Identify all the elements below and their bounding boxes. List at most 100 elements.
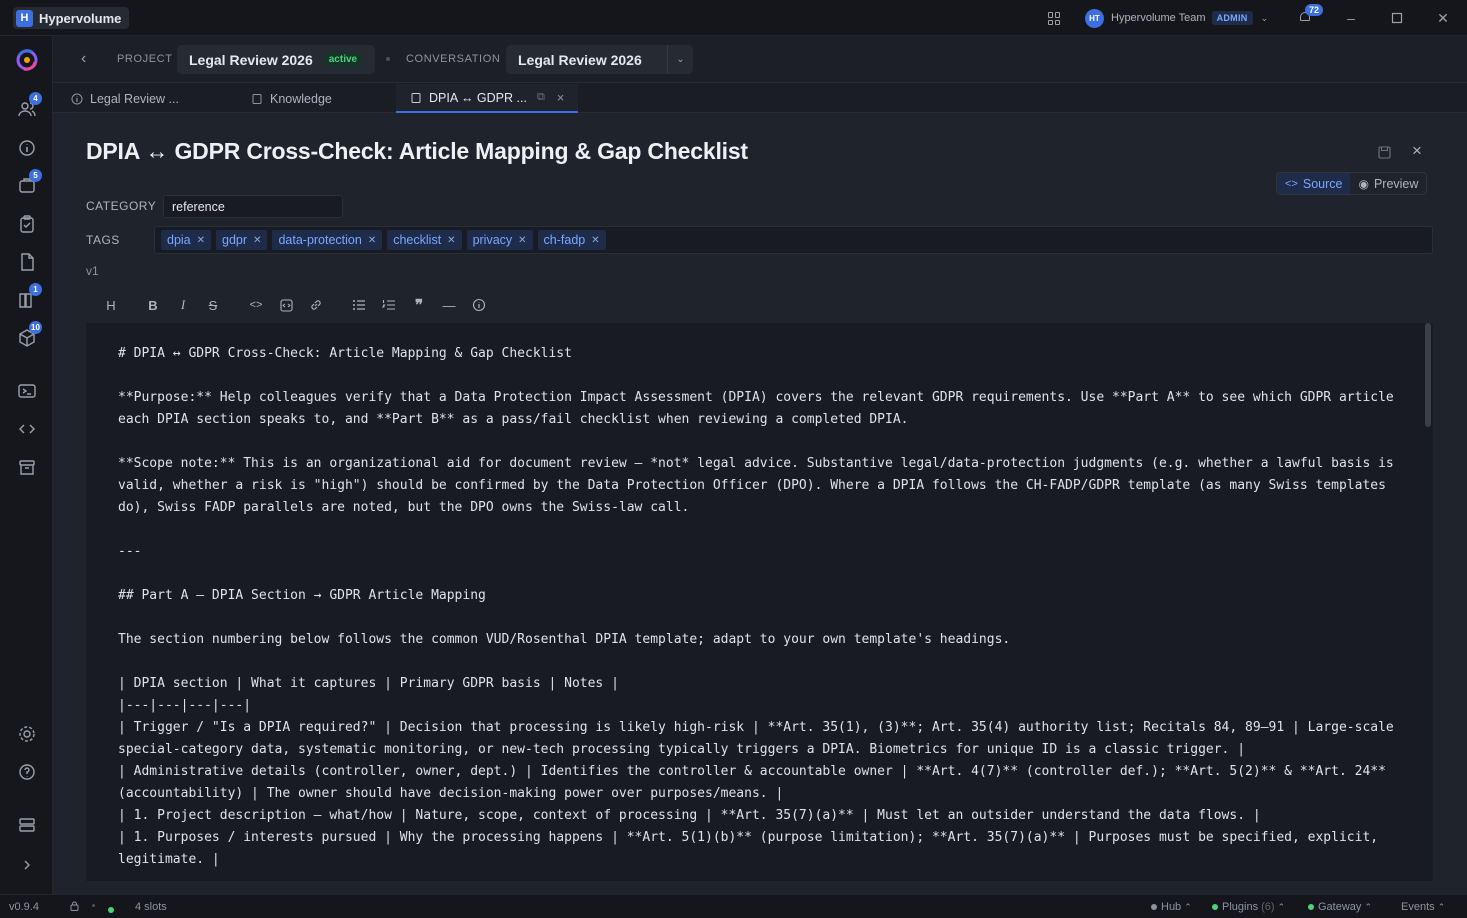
editor-line[interactable]	[118, 519, 1408, 541]
tab-legal-review[interactable]: Legal Review ...	[71, 84, 179, 113]
bold-icon[interactable]: B	[142, 293, 164, 317]
project-name: Legal Review 2026	[189, 51, 313, 68]
terminal-icon[interactable]	[17, 381, 37, 401]
preview-view-button[interactable]: ◉ Preview	[1350, 173, 1426, 194]
link-icon[interactable]	[305, 293, 327, 317]
category-label: CATEGORY	[86, 199, 157, 213]
gateway-menu[interactable]: Gateway ⌃	[1308, 901, 1372, 913]
chevron-down-icon: ⌄	[1260, 12, 1269, 23]
editor-line[interactable]: | 1. Purposes / interests pursued | Why …	[118, 827, 1408, 871]
notifications-bell-icon[interactable]: 72	[1298, 4, 1324, 24]
tab-dpia-gdpr[interactable]: DPIA ↔ GDPR ... ⧉ ×	[396, 84, 579, 113]
remove-tag-icon[interactable]: ✕	[253, 235, 261, 246]
tab-knowledge[interactable]: Knowledge	[251, 84, 332, 113]
remove-tag-icon[interactable]: ✕	[518, 235, 526, 246]
servers-icon[interactable]	[17, 815, 37, 835]
editor-line[interactable]	[118, 431, 1408, 453]
remove-tag-icon[interactable]: ✕	[591, 235, 599, 246]
minimize-button[interactable]: –	[1342, 9, 1360, 27]
maximize-button[interactable]	[1388, 9, 1406, 27]
editor-line[interactable]: | 1. Project description — what/how | Na…	[118, 805, 1408, 827]
popout-icon[interactable]: ⧉	[537, 91, 545, 104]
conversation-label: CONVERSATION	[406, 53, 501, 65]
editor-line[interactable]: ---	[118, 541, 1408, 563]
team-avatar: HT	[1085, 8, 1104, 28]
category-field[interactable]: reference	[163, 195, 343, 218]
tab-label: Knowledge	[270, 91, 332, 106]
editor-line[interactable]	[118, 607, 1408, 629]
lock-icon[interactable]	[70, 901, 79, 914]
editor-line[interactable]: | Trigger / "Is a DPIA required?" | Deci…	[118, 717, 1408, 761]
help-icon[interactable]	[468, 293, 490, 317]
quote-icon[interactable]: ❞	[408, 293, 430, 317]
conversation-selector[interactable]: Legal Review 2026 ⌄	[506, 45, 693, 74]
apps-grid-icon[interactable]	[1048, 12, 1061, 25]
tag-chip: gdpr ✕	[216, 230, 268, 250]
italic-icon[interactable]: I	[172, 293, 194, 317]
editor-line[interactable]: **Purpose:** Help colleagues verify that…	[118, 387, 1408, 431]
editor-line[interactable]: | Administrative details (controller, ow…	[118, 761, 1408, 805]
plugins-menu[interactable]: Plugins (6) ⌃	[1212, 901, 1285, 913]
remove-tag-icon[interactable]: ✕	[447, 235, 455, 246]
document-icon[interactable]	[17, 252, 37, 272]
events-menu[interactable]: Events ⌃	[1401, 901, 1445, 913]
editor-line[interactable]	[118, 365, 1408, 387]
strikethrough-icon[interactable]: S	[202, 293, 224, 317]
inline-code-icon[interactable]: <>	[245, 293, 267, 317]
role-badge: ADMIN	[1211, 11, 1253, 25]
code-block-icon[interactable]	[275, 293, 297, 317]
tasks-icon[interactable]: 5	[17, 169, 42, 196]
editor-line[interactable]: | DPIA section | What it captures | Prim…	[118, 673, 1408, 695]
editor-line[interactable]: The section numbering below follows the …	[118, 629, 1408, 651]
tasks-count-badge: 5	[29, 169, 42, 182]
team-icon[interactable]: 4	[17, 92, 42, 119]
editor-line[interactable]	[118, 651, 1408, 673]
close-tab-icon[interactable]: ×	[557, 90, 565, 105]
app-logo-icon: H	[16, 9, 33, 27]
library-icon[interactable]: 1	[17, 283, 42, 310]
info-icon[interactable]	[17, 138, 37, 158]
project-selector[interactable]: Legal Review 2026 active	[177, 45, 376, 74]
help-icon[interactable]	[17, 762, 37, 782]
numbered-list-icon[interactable]	[378, 293, 400, 317]
editor-line[interactable]	[118, 563, 1408, 585]
save-icon[interactable]	[1378, 146, 1391, 159]
code-icon[interactable]	[17, 419, 37, 439]
heading-icon[interactable]: H	[100, 293, 122, 317]
packages-count-badge: 10	[29, 321, 42, 334]
clipboard-check-icon[interactable]	[17, 214, 37, 234]
slots-count: 4 slots	[135, 901, 167, 913]
editor-line[interactable]: |---|---|---|---|	[118, 695, 1408, 717]
editor-line[interactable]: ## Part A — DPIA Section → GDPR Article …	[118, 585, 1408, 607]
editor-scrollbar[interactable]	[1425, 323, 1431, 427]
app-switcher[interactable]: H Hypervolume	[13, 7, 130, 29]
source-view-button[interactable]: <> Source	[1277, 173, 1351, 194]
editor-line[interactable]: # DPIA ↔ GDPR Cross-Check: Article Mappi…	[118, 343, 1408, 365]
archive-icon[interactable]	[17, 457, 37, 477]
tags-field[interactable]: dpia ✕ gdpr ✕ data-protection ✕ checklist ✕ …	[154, 226, 1433, 254]
chevron-down-icon[interactable]: ⌄	[667, 45, 693, 74]
horizontal-rule-icon[interactable]: —	[438, 293, 460, 317]
project-status-badge: active	[322, 52, 364, 67]
document-title[interactable]: DPIA ↔ GDPR Cross-Check: Article Mapping…	[86, 138, 748, 165]
markdown-source-editor[interactable]: # DPIA ↔ GDPR Cross-Check: Article Mappi…	[86, 323, 1433, 881]
close-window-button[interactable]: ✕	[1434, 9, 1452, 27]
remove-tag-icon[interactable]: ✕	[368, 235, 376, 246]
editor-content[interactable]: # DPIA ↔ GDPR Cross-Check: Article Mappi…	[118, 343, 1408, 871]
team-switcher[interactable]: HT Hypervolume Team ADMIN ⌄	[1085, 8, 1268, 28]
bullet-list-icon[interactable]	[348, 293, 370, 317]
remove-tag-icon[interactable]: ✕	[197, 235, 205, 246]
document-editor-panel: DPIA ↔ GDPR Cross-Check: Article Mapping…	[53, 113, 1467, 894]
project-header: ‹ PROJECT Legal Review 2026 active CONVE…	[53, 36, 1467, 83]
back-chevron-icon[interactable]: ‹	[81, 50, 86, 68]
settings-gear-icon[interactable]	[17, 724, 37, 744]
package-icon[interactable]: 10	[17, 321, 42, 348]
brand-logo-icon[interactable]	[14, 48, 40, 72]
app-version: v0.9.4	[9, 901, 39, 913]
left-rail: 4 5 1 10	[0, 36, 53, 894]
expand-rail-icon[interactable]	[17, 855, 37, 875]
editor-line[interactable]: **Scope note:** This is an organizationa…	[118, 453, 1408, 519]
close-document-icon[interactable]: ×	[1412, 141, 1422, 161]
status-bar: v0.9.4 4 slots Hub ⌃ Plugins (6) ⌃ Gatew…	[0, 894, 1467, 918]
hub-menu[interactable]: Hub ⌃	[1151, 901, 1192, 913]
